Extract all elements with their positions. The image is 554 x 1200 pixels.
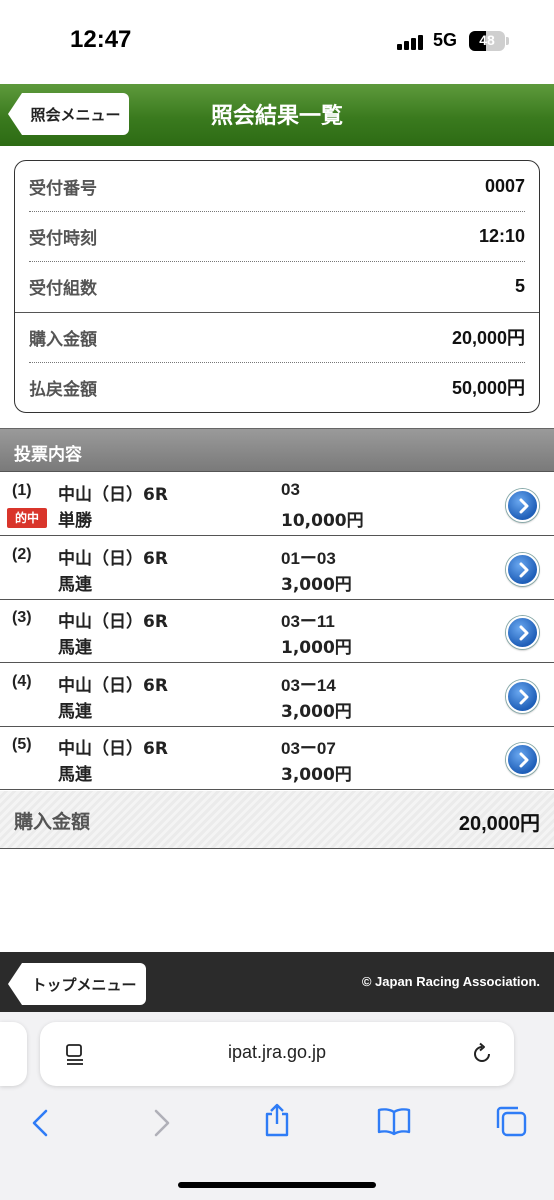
- vote-row[interactable]: (2) 中山（日）6R 馬連 01ー03 3,000円: [0, 537, 554, 600]
- summary-value: 20,000円: [451, 328, 525, 348]
- vote-race: 中山（日）6R: [58, 612, 168, 632]
- vote-race: 中山（日）6R: [58, 485, 168, 505]
- back-icon[interactable]: [28, 1108, 54, 1142]
- vote-bet-type: 馬連: [58, 765, 92, 785]
- vote-row[interactable]: (5) 中山（日）6R 馬連 03ー07 3,000円: [0, 727, 554, 790]
- summary-label: 受付番号: [29, 178, 97, 199]
- summary-label: 購入金額: [29, 329, 97, 350]
- vote-combination: 03ー07: [281, 739, 336, 758]
- vote-row[interactable]: (4) 中山（日）6R 馬連 03ー14 3,000円: [0, 664, 554, 727]
- vote-amount: 1,000円: [281, 638, 352, 658]
- share-icon[interactable]: [262, 1102, 292, 1142]
- vote-bet-type: 馬連: [58, 575, 92, 595]
- summary-value: 0007: [484, 175, 525, 196]
- vote-race: 中山（日）6R: [58, 739, 168, 759]
- page-footer: トップメニュー © Japan Racing Association.: [0, 952, 554, 1012]
- vote-number: (3): [12, 609, 32, 626]
- vote-combination: 01ー03: [281, 549, 336, 568]
- copyright: © Japan Racing Association.: [361, 974, 540, 989]
- vote-number: (4): [12, 673, 32, 690]
- top-menu-button[interactable]: トップメニュー: [8, 963, 146, 1005]
- summary-label: 受付組数: [29, 278, 97, 299]
- status-bar: 12:47 5G 48: [0, 0, 554, 84]
- vote-row[interactable]: (3) 中山（日）6R 馬連 03ー11 1,000円: [0, 600, 554, 663]
- address-bar[interactable]: ipat.jra.go.jp: [40, 1022, 514, 1086]
- battery-level: 48: [479, 32, 495, 48]
- vote-number: (5): [12, 736, 32, 753]
- votes-section-header: 投票内容: [0, 428, 554, 472]
- summary-value: 50,000円: [451, 378, 525, 398]
- chevron-right-icon[interactable]: [506, 553, 539, 586]
- summary-label: 払戻金額: [29, 379, 97, 400]
- vote-amount: 3,000円: [281, 765, 352, 785]
- status-time: 12:47: [70, 26, 132, 53]
- battery-icon: 48: [469, 31, 505, 51]
- browser-toolbar: ipat.jra.go.jp: [0, 1012, 554, 1200]
- reload-icon[interactable]: [470, 1042, 494, 1070]
- total-purchase-row: 購入金額 20,000円: [0, 791, 554, 849]
- vote-combination: 03: [281, 480, 300, 499]
- summary-row-purchase-amount: 購入金額 20,000円: [29, 312, 525, 362]
- vote-bet-type: 馬連: [58, 638, 92, 658]
- url-text: ipat.jra.go.jp: [227, 1042, 327, 1062]
- summary-row-receipt-number: 受付番号 0007: [29, 161, 525, 211]
- summary-row-payout-amount: 払戻金額 50,000円: [29, 362, 525, 412]
- chevron-right-icon[interactable]: [506, 489, 539, 522]
- hit-badge: 的中: [7, 508, 47, 528]
- vote-number: (1): [12, 482, 32, 499]
- votes-section-title: 投票内容: [14, 445, 82, 465]
- vote-amount: 10,000円: [281, 511, 364, 531]
- vote-bet-type: 馬連: [58, 702, 92, 722]
- vote-race: 中山（日）6R: [58, 549, 168, 569]
- chevron-right-icon[interactable]: [506, 680, 539, 713]
- vote-number: (2): [12, 546, 32, 563]
- summary-value: 12:10: [478, 225, 525, 246]
- vote-amount: 3,000円: [281, 702, 352, 722]
- home-indicator: [178, 1182, 376, 1188]
- vote-amount: 3,000円: [281, 575, 352, 595]
- summary-row-set-count: 受付組数 5: [29, 261, 525, 311]
- vote-combination: 03ー11: [281, 612, 335, 631]
- summary-label: 受付時刻: [29, 228, 97, 249]
- top-menu-label: トップメニュー: [22, 963, 146, 1005]
- vote-race: 中山（日）6R: [58, 676, 168, 696]
- vote-combination: 03ー14: [281, 676, 336, 695]
- total-label: 購入金額: [14, 811, 91, 833]
- vote-row[interactable]: (1) 的中 中山（日）6R 単勝 03 10,000円: [0, 473, 554, 536]
- chevron-right-icon[interactable]: [506, 743, 539, 776]
- page-title: 照会結果一覧: [210, 104, 343, 129]
- vote-bet-type: 単勝: [58, 511, 92, 531]
- network-type: 5G: [433, 30, 458, 50]
- summary-row-receipt-time: 受付時刻 12:10: [29, 211, 525, 261]
- previous-tab[interactable]: [0, 1022, 27, 1086]
- summary-value: 5: [514, 275, 525, 296]
- battery-cap: [506, 37, 509, 45]
- signal-icon: [397, 34, 427, 50]
- tabs-icon[interactable]: [494, 1104, 528, 1142]
- page-header: 照会メニュー 照会結果一覧: [0, 84, 554, 146]
- forward-icon[interactable]: [148, 1108, 174, 1142]
- summary-panel: 受付番号 0007 受付時刻 12:10 受付組数 5 購入金額 20,000円…: [14, 160, 540, 413]
- total-value: 20,000円: [458, 813, 540, 835]
- chevron-right-icon[interactable]: [506, 616, 539, 649]
- bookmarks-icon[interactable]: [376, 1106, 412, 1140]
